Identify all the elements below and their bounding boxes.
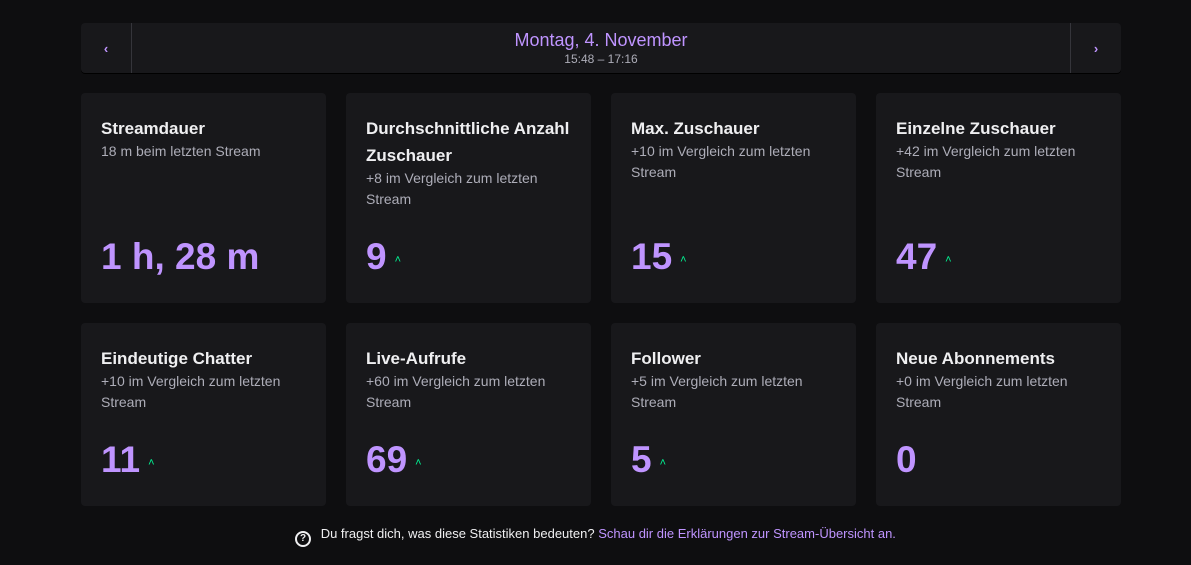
stat-comparison: +8 im Vergleich zum letzten Stream bbox=[366, 170, 538, 207]
stream-summary-explanation-link[interactable]: Schau dir die Erklärungen zur Stream-Übe… bbox=[598, 526, 896, 541]
stat-value-row: 11 ˄ bbox=[101, 440, 155, 480]
stat-title: Einzelne Zuschauer bbox=[896, 119, 1056, 138]
chevron-right-icon: › bbox=[1093, 40, 1099, 56]
stat-comparison: 18 m beim letzten Stream bbox=[101, 143, 261, 159]
stat-value: 9 bbox=[366, 236, 387, 277]
previous-stream-button[interactable]: ‹ bbox=[81, 23, 132, 73]
stat-value-row: 1 h, 28 m bbox=[101, 237, 259, 277]
stat-value-row: 15 ˄ bbox=[631, 237, 687, 277]
stat-card-unique-chatters: Eindeutige Chatter +10 im Vergleich zum … bbox=[81, 323, 326, 506]
trend-up-icon: ˄ bbox=[415, 457, 422, 469]
question-circle-icon: ? bbox=[295, 531, 312, 547]
stat-value-row: 0 bbox=[896, 440, 917, 480]
stat-title: Live-Aufrufe bbox=[366, 349, 467, 368]
stat-title: Max. Zuschauer bbox=[631, 119, 760, 138]
stats-grid: Streamdauer 18 m beim letzten Stream 1 h… bbox=[81, 93, 1121, 506]
stat-comparison: +42 im Vergleich zum letzten Stream bbox=[896, 143, 1076, 180]
trend-up-icon: ˄ bbox=[148, 457, 155, 469]
trend-up-icon: ˄ bbox=[659, 457, 667, 469]
stream-time-range: 15:48 – 17:16 bbox=[564, 52, 638, 66]
stat-value-row: 47 ˄ bbox=[896, 237, 952, 277]
stat-card-live-views: Live-Aufrufe +60 im Vergleich zum letzte… bbox=[346, 323, 591, 506]
stat-value-row: 9 ˄ bbox=[366, 237, 401, 277]
stat-value: 11 bbox=[101, 439, 141, 480]
stat-title: Eindeutige Chatter bbox=[101, 349, 253, 368]
stat-value: 69 bbox=[366, 439, 408, 480]
date-navigation-bar: ‹ Montag, 4. November 15:48 – 17:16 › bbox=[81, 23, 1121, 73]
stream-summary: ‹ Montag, 4. November 15:48 – 17:16 › St… bbox=[81, 23, 1121, 506]
trend-up-icon: ˄ bbox=[945, 254, 952, 266]
stat-comparison: +60 im Vergleich zum letzten Stream bbox=[366, 373, 546, 410]
stat-comparison: +10 im Vergleich zum letzten Stream bbox=[101, 373, 281, 410]
help-question: Du fragst dich, was diese Statistiken be… bbox=[320, 526, 595, 541]
stat-value-row: 5 ˄ bbox=[631, 440, 666, 480]
stat-comparison: +10 im Vergleich zum letzten Stream bbox=[631, 143, 811, 180]
help-footer: ? Du fragst dich, was diese Statistiken … bbox=[0, 526, 1191, 547]
stat-value: 15 bbox=[631, 236, 673, 277]
trend-up-icon: ˄ bbox=[394, 254, 402, 266]
stat-card-stream-duration: Streamdauer 18 m beim letzten Stream 1 h… bbox=[81, 93, 326, 303]
stat-value: 0 bbox=[896, 439, 917, 480]
stat-card-average-viewers: Durchschnittliche Anzahl Zuschauer +8 im… bbox=[346, 93, 591, 303]
stat-card-followers: Follower +5 im Vergleich zum letzten Str… bbox=[611, 323, 856, 506]
stat-value: 5 bbox=[631, 439, 652, 480]
next-stream-button[interactable]: › bbox=[1070, 23, 1121, 73]
stat-card-unique-viewers: Einzelne Zuschauer +42 im Vergleich zum … bbox=[876, 93, 1121, 303]
trend-up-icon: ˄ bbox=[680, 254, 687, 266]
stat-title: Durchschnittliche Anzahl Zuschauer bbox=[366, 119, 570, 165]
stat-title: Streamdauer bbox=[101, 119, 205, 138]
stat-comparison: +0 im Vergleich zum letzten Stream bbox=[896, 373, 1068, 410]
stat-value: 47 bbox=[896, 236, 938, 277]
stat-comparison: +5 im Vergleich zum letzten Stream bbox=[631, 373, 803, 410]
stat-title: Neue Abonnements bbox=[896, 349, 1056, 368]
stat-card-new-subscriptions: Neue Abonnements +0 im Vergleich zum let… bbox=[876, 323, 1121, 506]
chevron-left-icon: ‹ bbox=[103, 40, 109, 56]
stat-value: 1 h, 28 m bbox=[101, 236, 260, 277]
stat-value-row: 69 ˄ bbox=[366, 440, 422, 480]
stream-date-title: Montag, 4. November bbox=[514, 30, 688, 50]
stat-title: Follower bbox=[631, 349, 701, 368]
stat-card-max-viewers: Max. Zuschauer +10 im Vergleich zum letz… bbox=[611, 93, 856, 303]
stream-date: Montag, 4. November 15:48 – 17:16 bbox=[132, 23, 1070, 73]
